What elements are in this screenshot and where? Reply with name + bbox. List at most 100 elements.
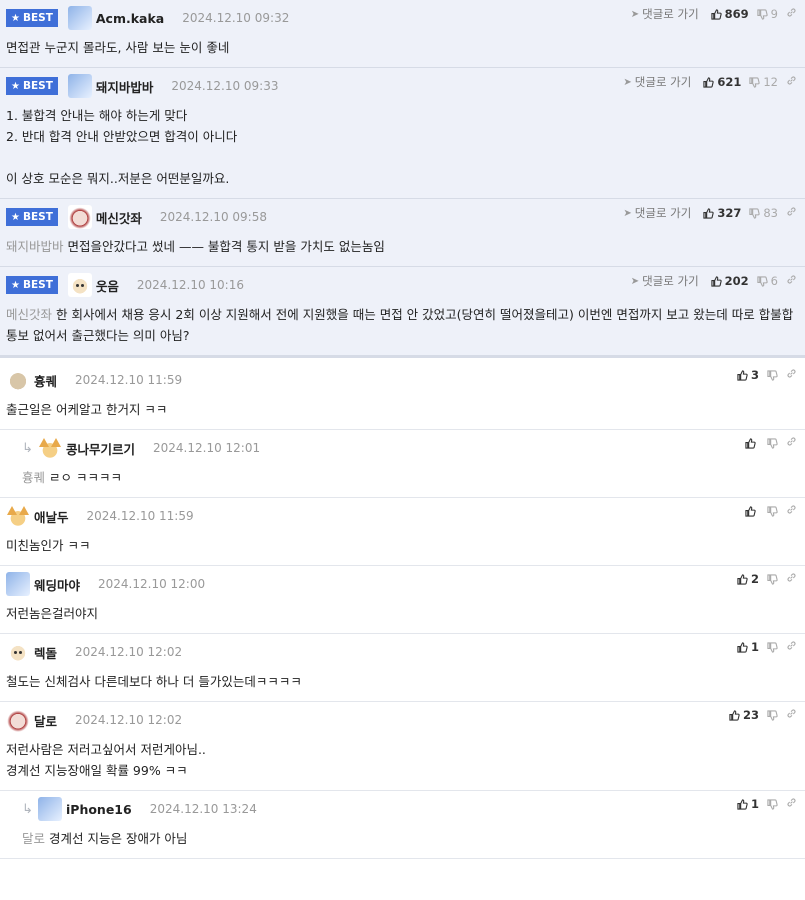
avatar[interactable] [67,74,92,98]
like-count: 869 [724,7,749,21]
best-comment: ★ BEST Acm.kaka 2024.12.10 09:32 ➤ 댓글로 가기 869 9… [0,0,805,68]
dislike-button[interactable] [767,573,778,585]
dislike-count: 83 [763,206,778,220]
dislike-button[interactable] [767,437,778,449]
reply-comment: ↳ 콩나무기르기 2024.12.10 12:01 흉퀘 ㄹㅇ ㅋㅋㅋㅋ [0,430,805,498]
like-button[interactable]: 1 [737,640,759,654]
thumbs-up-icon [711,8,722,20]
share-link-button[interactable] [786,75,797,89]
dislike-button[interactable]: 12 [749,75,778,89]
avatar[interactable] [6,504,30,528]
go-to-reply-link[interactable]: ➤ 댓글로 가기 [631,273,699,289]
avatar[interactable] [38,436,62,460]
share-link-button[interactable] [786,368,797,382]
link-icon [787,709,796,718]
nickname[interactable]: 흉퀘 [34,371,57,390]
nickname[interactable]: 웃음 [96,276,119,295]
timestamp: 2024.12.10 10:16 [136,278,244,292]
share-link-button[interactable] [786,708,797,722]
comment-text: 1. 불합격 안내는 해야 하는게 맞다 2. 반대 합격 안내 안받았으면 합… [6,108,238,186]
thumbs-up-icon [737,573,748,585]
send-arrow-icon: ➤ [630,8,640,20]
thumbs-up-icon [703,207,715,219]
like-button[interactable]: 23 [729,708,759,722]
dislike-button[interactable]: 6 [757,274,778,288]
mention-nickname[interactable]: 달로 [22,831,45,846]
share-link-button[interactable] [786,504,797,518]
like-button[interactable]: 621 [703,75,741,89]
timestamp: 2024.12.10 13:24 [149,802,257,816]
comment-actions: ➤ 댓글로 가기 202 6 [631,273,797,289]
go-to-reply-link[interactable]: ➤ 댓글로 가기 [623,205,691,221]
share-link-button[interactable] [786,274,797,288]
mention-nickname[interactable]: 흉퀘 [22,470,45,485]
dislike-button[interactable] [767,798,778,810]
comment: 흉퀘 2024.12.10 11:59 3 출근일은 어케알고 한거지 ㅋㅋ [0,362,805,430]
avatar[interactable] [67,205,92,229]
avatar[interactable] [6,708,30,732]
comment: 달로 2024.12.10 12:02 23 저런사람은 저러고싶어서 저런게아님..… [0,702,805,791]
like-button[interactable] [745,437,759,449]
like-button[interactable]: 1 [737,797,759,811]
thumbs-down-icon [767,437,778,449]
best-label: BEST [22,211,53,223]
comment-header: ↳ iPhone16 2024.12.10 13:24 [22,797,799,821]
dislike-button[interactable] [767,709,778,721]
share-link-button[interactable] [786,640,797,654]
like-button[interactable]: 202 [711,274,749,288]
send-arrow-icon: ➤ [630,275,640,287]
like-button[interactable]: 869 [711,7,749,21]
nickname[interactable]: Acm.kaka [96,11,164,26]
go-to-reply-link[interactable]: ➤ 댓글로 가기 [623,74,691,90]
mention-nickname[interactable]: 메신갓좌 [6,307,52,322]
avatar[interactable] [6,572,30,596]
star-icon: ★ [11,211,20,223]
like-button[interactable]: 327 [703,206,741,220]
best-comment: ★ BEST 돼지바밥바 2024.12.10 09:33 ➤ 댓글로 가기 621 12 1.… [0,68,805,199]
link-icon [787,798,796,807]
best-badge: ★ BEST [6,9,58,27]
like-button[interactable] [745,505,759,517]
dislike-button[interactable] [767,641,778,653]
like-count: 1 [750,797,759,811]
nickname[interactable]: 웨딩마야 [34,575,80,594]
go-to-reply-link[interactable]: ➤ 댓글로 가기 [631,6,699,22]
like-button[interactable]: 3 [737,368,759,382]
share-link-button[interactable] [786,7,797,21]
comment-body: 출근일은 어케알고 한거지 ㅋㅋ [6,390,799,429]
dislike-button[interactable]: 83 [749,206,778,220]
thumbs-down-icon [767,709,778,721]
timestamp: 2024.12.10 12:00 [98,577,206,591]
avatar[interactable] [67,6,92,30]
comment: 렉돌 2024.12.10 12:02 1 철도는 신체검사 다른데보다 하나 더 들… [0,634,805,702]
avatar[interactable] [6,640,30,664]
share-link-button[interactable] [786,797,797,811]
avatar[interactable] [38,797,62,821]
nickname[interactable]: 돼지바밥바 [96,77,154,96]
nickname[interactable]: 콩나무기르기 [66,439,135,458]
dislike-button[interactable] [767,505,778,517]
share-link-button[interactable] [786,436,797,450]
nickname[interactable]: 렉돌 [34,643,57,662]
dislike-button[interactable]: 9 [757,7,778,21]
nickname[interactable]: 달로 [34,711,57,730]
best-label: BEST [22,12,53,24]
avatar[interactable] [6,368,30,392]
go-to-reply-label: 댓글로 가기 [642,274,699,288]
comment-text: 출근일은 어케알고 한거지 ㅋㅋ [6,402,168,417]
share-link-button[interactable] [786,572,797,586]
comment-body: 철도는 신체검사 다른데보다 하나 더 들가있는데ㅋㅋㅋㅋ [6,662,799,701]
like-button[interactable]: 2 [737,572,759,586]
comment-body: 1. 불합격 안내는 해야 하는게 맞다 2. 반대 합격 안내 안받았으면 합… [6,96,799,198]
nickname[interactable]: iPhone16 [66,802,132,817]
dislike-button[interactable] [767,369,778,381]
comment-body: 돼지바밥바 면접을안갔다고 썼네 —— 불합격 통지 받을 가치도 없는놈임 [6,227,799,266]
share-link-button[interactable] [786,206,797,220]
nickname[interactable]: 메신갓좌 [96,208,142,227]
comment: 애날두 2024.12.10 11:59 미친놈인가 ㅋㅋ [0,498,805,566]
comment-actions: 2 [737,572,797,586]
star-icon: ★ [11,279,20,291]
nickname[interactable]: 애날두 [34,507,69,526]
avatar[interactable] [67,273,92,297]
mention-nickname[interactable]: 돼지바밥바 [6,239,64,254]
